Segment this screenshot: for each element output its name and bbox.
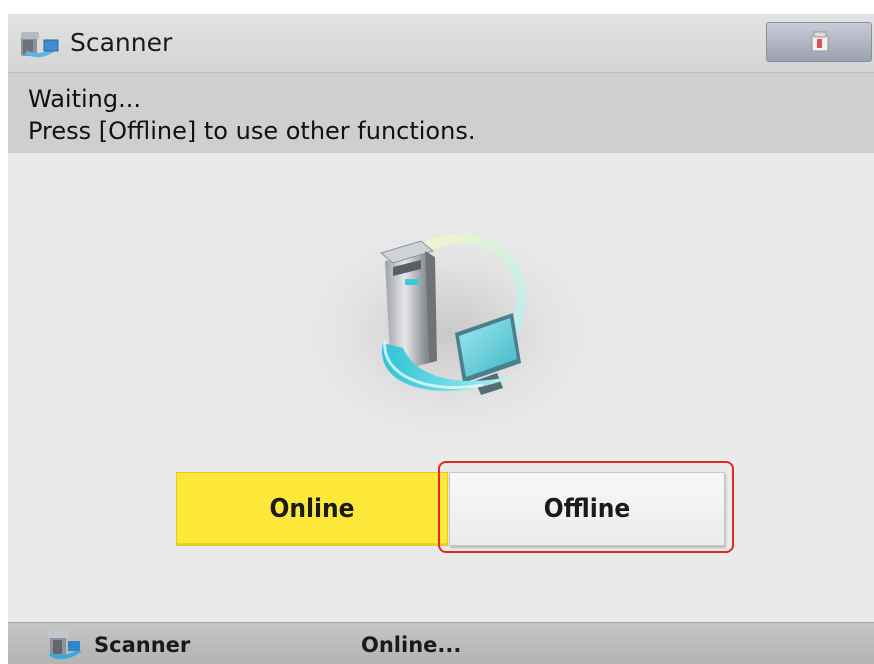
online-button[interactable]: Online [176,472,448,546]
status-message: Waiting... [28,85,141,113]
printer-status-icon [811,31,829,52]
connection-status-label: Online... [361,633,462,657]
status-monitor-button[interactable] [766,22,872,62]
status-bar: Scanner Online... [8,622,874,664]
title-bar: Scanner [8,14,874,73]
scanner-to-computer-icon [379,233,526,395]
scanner-icon [21,32,59,58]
main-area: Online Offline [8,153,874,622]
scanner-screen: Scanner Waiting... Press [Offline] to us… [8,14,874,664]
offline-button[interactable]: Offline [449,472,725,546]
message-bar: Waiting... Press [Offline] to use other … [8,73,874,153]
current-function-label: Scanner [94,633,191,657]
page-title: Scanner [70,28,173,57]
scanner-icon [48,631,82,660]
instruction-message: Press [Offline] to use other functions. [28,117,476,145]
